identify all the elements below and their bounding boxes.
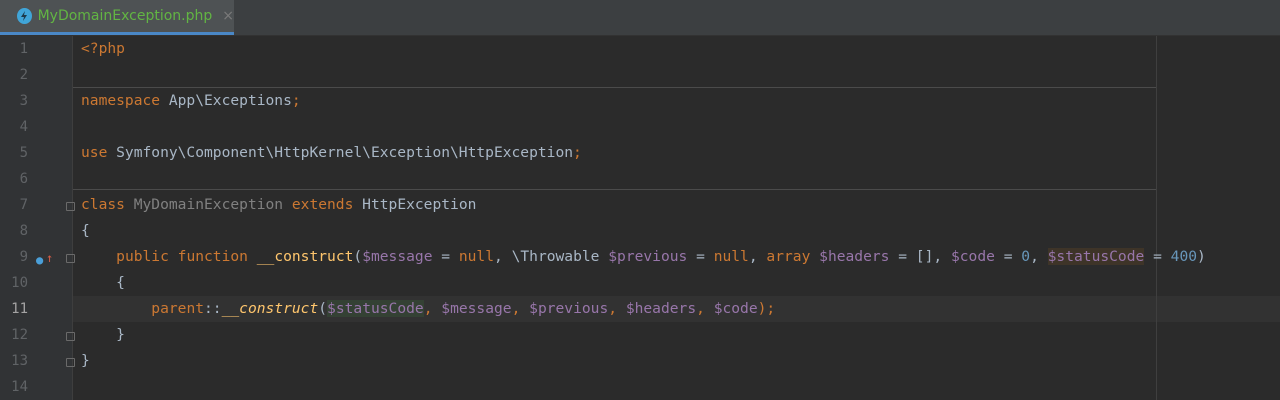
type-hint-token: , \Throwable xyxy=(494,248,609,265)
line-number: 5 xyxy=(19,145,28,161)
keyword-token: use xyxy=(81,144,108,161)
code-text[interactable]: public function __construct($message = n… xyxy=(81,244,1206,270)
code-line: 7 class MyDomainException extends HttpEx… xyxy=(0,192,1280,218)
variable-token: $code xyxy=(713,300,758,317)
code-text[interactable]: use Symfony\Component\HttpKernel\Excepti… xyxy=(81,140,582,166)
comma-token: , xyxy=(696,300,714,317)
semicolon-token: ; xyxy=(573,144,582,161)
comma-token: , xyxy=(748,248,767,265)
paren-token: ( xyxy=(353,248,363,265)
code-line: 3 namespace App\Exceptions; xyxy=(0,88,1280,114)
comma-token: , xyxy=(608,300,626,317)
code-text[interactable]: { xyxy=(81,270,125,296)
import-path-token: Symfony\Component\HttpKernel\Exception\H… xyxy=(107,144,574,161)
parent-class-token: HttpException xyxy=(353,196,477,213)
code-text[interactable]: parent::__construct($statusCode, $messag… xyxy=(81,296,775,322)
close-icon[interactable]: × xyxy=(222,8,234,24)
code-line-current: 11 parent::__construct($statusCode, $mes… xyxy=(0,296,1280,322)
line-number: 2 xyxy=(19,67,28,83)
code-line: 2 xyxy=(0,62,1280,88)
highlighted-variable-token: $statusCode xyxy=(1047,248,1145,265)
code-line: 5 use Symfony\Component\HttpKernel\Excep… xyxy=(0,140,1280,166)
highlighted-variable-token: $statusCode xyxy=(327,300,424,317)
keyword-token: class xyxy=(81,196,125,213)
function-call-token: __construct xyxy=(221,300,319,317)
code-text[interactable]: } xyxy=(81,348,90,374)
comma-token: , xyxy=(423,300,442,317)
line-number: 4 xyxy=(19,119,28,135)
semicolon-token: ; xyxy=(766,300,776,317)
variable-token: $message xyxy=(441,300,512,317)
keyword-token: extends xyxy=(291,196,354,213)
variable-token: $previous xyxy=(608,248,688,265)
php-file-icon xyxy=(17,8,32,24)
code-line: 13 } xyxy=(0,348,1280,374)
code-line: 14 xyxy=(0,374,1280,400)
tab-mydomainexception[interactable]: MyDomainException.php × xyxy=(0,0,234,35)
keyword-token: null xyxy=(458,248,495,265)
variable-token: $headers xyxy=(819,248,890,265)
line-number: 9 xyxy=(19,249,28,265)
semicolon-token: ; xyxy=(291,92,301,109)
code-line: 4 xyxy=(0,114,1280,140)
code-editor[interactable]: ● ↑ 1 <?php 2 3 namespace App\Exceptions… xyxy=(0,36,1280,400)
line-number: 1 xyxy=(19,41,28,57)
operator-token: :: xyxy=(204,300,222,317)
line-number: 12 xyxy=(11,327,28,343)
function-name-token: __construct xyxy=(256,248,354,265)
operator-token: = xyxy=(1144,248,1171,265)
paren-token: ( xyxy=(318,300,328,317)
keyword-token: array xyxy=(766,248,811,265)
operator-token: = [], xyxy=(889,248,951,265)
php-open-tag: <?php xyxy=(81,40,125,57)
keyword-token: function xyxy=(168,248,257,265)
line-number: 13 xyxy=(11,353,28,369)
code-line: 8 { xyxy=(0,218,1280,244)
code-line: 1 <?php xyxy=(0,36,1280,62)
keyword-token: namespace xyxy=(81,92,161,109)
line-number: 3 xyxy=(19,93,28,109)
line-number: 6 xyxy=(19,171,28,187)
operator-token: = xyxy=(432,248,459,265)
number-token: 400 xyxy=(1170,248,1198,265)
line-number: 10 xyxy=(11,275,28,291)
line-number: 7 xyxy=(19,197,28,213)
comma-token: , xyxy=(511,300,530,317)
code-line: 9 public function __construct($message =… xyxy=(0,244,1280,270)
variable-token: $headers xyxy=(625,300,697,317)
code-text[interactable]: { xyxy=(81,218,90,244)
line-number: 11 xyxy=(11,301,28,317)
number-token: 0 xyxy=(1021,248,1031,265)
class-name-token: MyDomainException xyxy=(124,196,292,213)
operator-token: = xyxy=(687,248,714,265)
variable-token: $previous xyxy=(529,300,609,317)
line-number: 14 xyxy=(11,379,28,395)
comma-token: , xyxy=(1030,248,1048,265)
code-text[interactable]: <?php xyxy=(81,36,125,62)
code-text[interactable]: class MyDomainException extends HttpExce… xyxy=(81,192,476,218)
code-text[interactable]: namespace App\Exceptions; xyxy=(81,88,301,114)
namespace-token: App\Exceptions xyxy=(160,92,292,109)
variable-token: $message xyxy=(362,248,433,265)
code-line: 10 { xyxy=(0,270,1280,296)
code-line: 6 xyxy=(0,166,1280,192)
code-line: 12 } xyxy=(0,322,1280,348)
keyword-token: null xyxy=(713,248,749,265)
operator-token: = xyxy=(994,248,1022,265)
paren-token: ) xyxy=(1197,248,1206,265)
tab-label: MyDomainException.php xyxy=(37,8,213,24)
editor-tab-bar: MyDomainException.php × xyxy=(0,0,1280,36)
code-text[interactable]: } xyxy=(81,322,125,348)
keyword-token: public xyxy=(116,248,169,265)
line-number: 8 xyxy=(19,223,28,239)
keyword-token: parent xyxy=(151,300,205,317)
variable-token: $code xyxy=(950,248,995,265)
